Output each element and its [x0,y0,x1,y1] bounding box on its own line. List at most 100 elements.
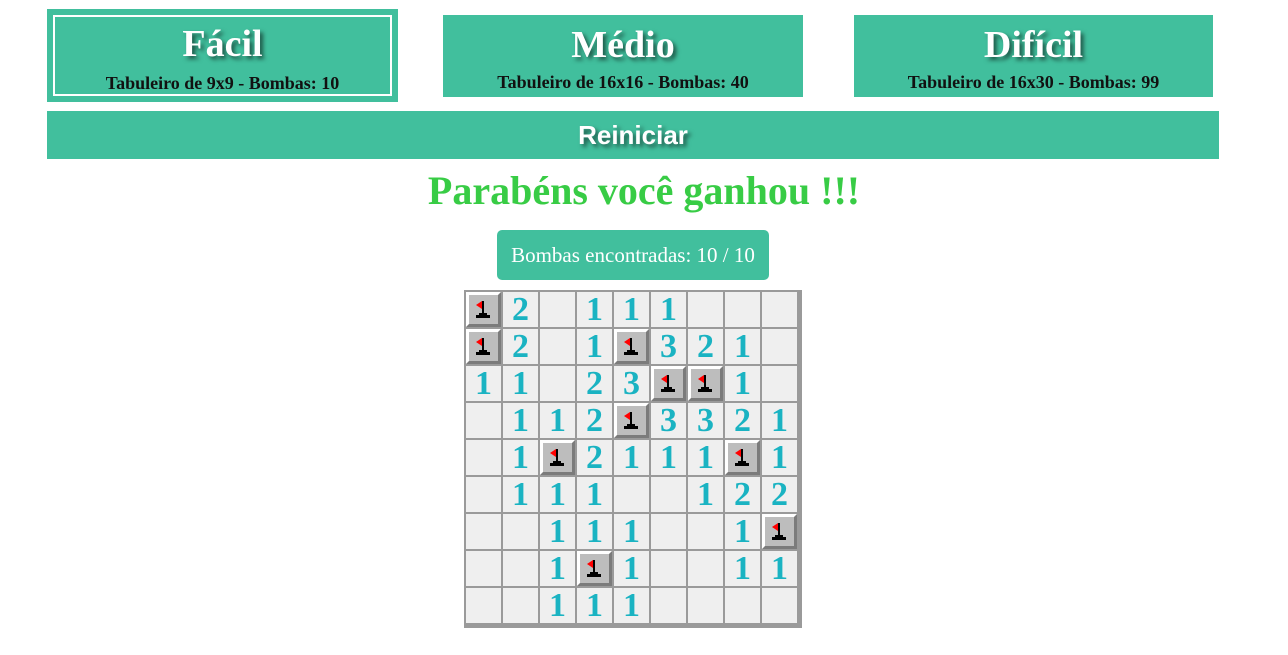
board-cell[interactable]: 1 [503,403,538,438]
board-cell-flagged[interactable] [725,440,760,475]
board-cell[interactable] [651,477,686,512]
board-cell[interactable] [466,588,501,623]
board-cell[interactable]: 2 [577,403,612,438]
board-cell[interactable]: 1 [688,440,723,475]
flag-icon [476,338,490,355]
board-cell[interactable]: 3 [651,403,686,438]
board-cell[interactable]: 1 [614,551,649,586]
board-cell[interactable]: 1 [762,403,797,438]
flag-icon [698,375,712,392]
difficulty-hard-button[interactable]: Difícil Tabuleiro de 16x30 - Bombas: 99 [854,15,1213,97]
flag-icon [550,449,564,466]
difficulty-easy-button[interactable]: Fácil Tabuleiro de 9x9 - Bombas: 10 [47,9,398,102]
board-cell[interactable] [762,292,797,327]
board-cell[interactable] [466,514,501,549]
board-cell[interactable]: 1 [614,440,649,475]
board-cell[interactable] [651,514,686,549]
board-cell[interactable]: 1 [762,551,797,586]
board-cell[interactable]: 1 [540,403,575,438]
board-cell[interactable]: 2 [725,477,760,512]
board-cell[interactable]: 2 [688,329,723,364]
bomb-counter: Bombas encontradas: 10 / 10 [497,230,769,280]
board-cell[interactable]: 2 [577,440,612,475]
board-cell[interactable] [688,292,723,327]
board-cell[interactable] [466,440,501,475]
board-cell[interactable] [540,292,575,327]
board-cell[interactable] [688,514,723,549]
board-cell[interactable]: 1 [725,366,760,401]
board-cell[interactable]: 1 [614,514,649,549]
board-cell[interactable]: 1 [540,588,575,623]
flag-icon [624,338,638,355]
board-cell[interactable]: 1 [540,477,575,512]
board-cell-flagged[interactable] [688,366,723,401]
board-cell-flagged[interactable] [466,292,501,327]
board-cell[interactable]: 1 [614,292,649,327]
board-cell-flagged[interactable] [762,514,797,549]
board-cell[interactable] [503,514,538,549]
board-cell[interactable]: 1 [503,440,538,475]
board-cell[interactable]: 1 [762,440,797,475]
board-cell[interactable] [651,588,686,623]
board-cell[interactable]: 1 [577,588,612,623]
minesweeper-board: 2111213211123111233211211111111221111111… [464,290,802,628]
board-cell[interactable] [466,477,501,512]
board-cell[interactable]: 1 [577,292,612,327]
board-cell[interactable]: 1 [725,514,760,549]
board-cell[interactable] [762,588,797,623]
difficulty-hard-subtitle: Tabuleiro de 16x30 - Bombas: 99 [907,72,1160,92]
board-cell[interactable] [503,588,538,623]
difficulty-easy-title: Fácil [182,23,263,65]
board-cell[interactable]: 1 [540,514,575,549]
board-cell[interactable]: 2 [577,366,612,401]
board-cell[interactable]: 2 [503,292,538,327]
flag-icon [735,449,749,466]
board-cell[interactable]: 1 [725,551,760,586]
board-cell[interactable] [466,551,501,586]
board-cell[interactable]: 1 [651,292,686,327]
difficulty-hard-title: Difícil [983,24,1084,66]
board-cell-flagged[interactable] [577,551,612,586]
board-cell[interactable] [762,329,797,364]
board-cell[interactable]: 3 [614,366,649,401]
flag-icon [772,523,786,540]
board-cell[interactable] [466,403,501,438]
board-cell[interactable]: 2 [503,329,538,364]
restart-button[interactable]: Reiniciar [47,111,1219,159]
board-cell[interactable]: 1 [651,440,686,475]
board-cell[interactable] [688,588,723,623]
board-cell[interactable]: 1 [503,477,538,512]
board-cell[interactable]: 1 [503,366,538,401]
difficulty-medium-button[interactable]: Médio Tabuleiro de 16x16 - Bombas: 40 [443,15,803,97]
board-cell-flagged[interactable] [651,366,686,401]
board-cell-flagged[interactable] [614,329,649,364]
board-cell[interactable] [725,588,760,623]
board-cell-flagged[interactable] [540,440,575,475]
board-cell[interactable] [503,551,538,586]
win-message: Parabéns você ganhou !!! [427,168,861,213]
board-cell[interactable]: 3 [651,329,686,364]
board-cell[interactable]: 1 [614,588,649,623]
flag-icon [624,412,638,429]
board-cell[interactable] [762,366,797,401]
board-cell[interactable] [688,551,723,586]
board-cell[interactable]: 1 [466,366,501,401]
board-cell[interactable]: 1 [725,329,760,364]
flag-icon [661,375,675,392]
board-cell[interactable]: 3 [688,403,723,438]
board-cell[interactable]: 2 [725,403,760,438]
board-cell[interactable] [540,366,575,401]
board-cell-flagged[interactable] [466,329,501,364]
board-cell[interactable]: 1 [577,514,612,549]
board-cell-flagged[interactable] [614,403,649,438]
board-cell[interactable] [725,292,760,327]
board-cell[interactable] [651,551,686,586]
board-cell[interactable] [614,477,649,512]
board-cell[interactable]: 1 [540,551,575,586]
board-cell[interactable]: 1 [688,477,723,512]
board-cell[interactable] [540,329,575,364]
difficulty-medium-title: Médio [571,24,675,66]
board-cell[interactable]: 1 [577,329,612,364]
board-cell[interactable]: 1 [577,477,612,512]
board-cell[interactable]: 2 [762,477,797,512]
